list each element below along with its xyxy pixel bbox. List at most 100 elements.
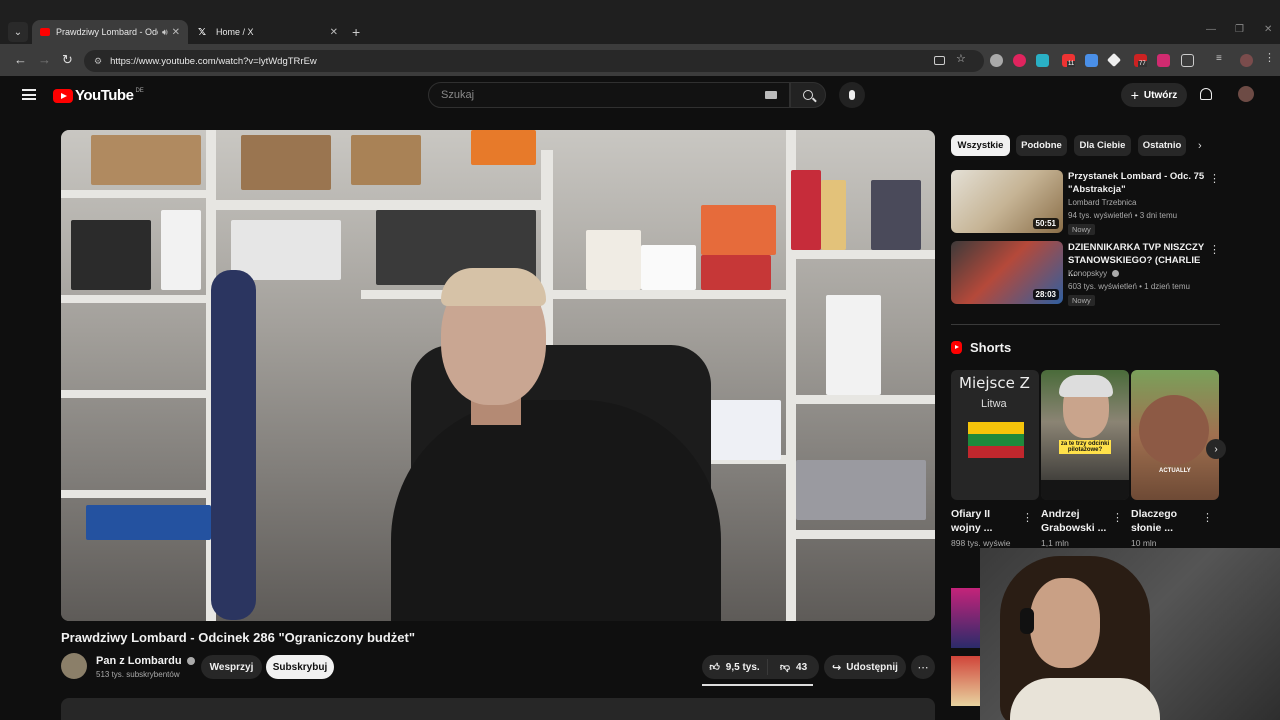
site-info-icon[interactable]: ⚙ xyxy=(94,56,102,67)
streamer-shirt xyxy=(1010,678,1160,720)
recommended-channel[interactable]: Lombard Trzebnica xyxy=(1068,198,1136,207)
reading-list-icon[interactable]: ≡ xyxy=(1216,53,1229,66)
voice-search-button[interactable] xyxy=(839,82,865,108)
chip-for-you[interactable]: Dla Ciebie xyxy=(1074,135,1131,156)
short-title[interactable]: Andrzej Grabowski ... xyxy=(1041,507,1111,535)
extension-icon[interactable] xyxy=(1013,54,1026,67)
short-views: 1,1 mln xyxy=(1041,538,1069,548)
channel-avatar[interactable] xyxy=(61,653,87,679)
more-vertical-icon[interactable]: ⋮ xyxy=(1209,243,1220,256)
tab-title: Prawdziwy Lombard - Odcinek 286 xyxy=(56,27,158,37)
short-views: 10 mln xyxy=(1131,538,1157,548)
browser-menu-icon[interactable]: ⋮ xyxy=(1264,51,1277,64)
account-avatar[interactable] xyxy=(1238,86,1254,102)
recommended-video[interactable]: 50:51 Przystanek Lombard - Odc. 75 "Abst… xyxy=(951,170,1221,235)
shorts-next-button[interactable]: › xyxy=(1206,439,1226,459)
verified-icon xyxy=(186,657,195,665)
subscribe-button[interactable]: Subskrybuj xyxy=(266,655,334,679)
short-title[interactable]: Ofiary II wojny ... xyxy=(951,507,1021,535)
shelf xyxy=(791,250,935,259)
more-vertical-icon[interactable]: ⋮ xyxy=(1202,511,1213,524)
recommended-channel[interactable]: Konopskyy xyxy=(1068,269,1120,278)
video-thumbnail[interactable]: 50:51 xyxy=(951,170,1063,233)
short-thumbnail[interactable] xyxy=(951,588,981,648)
video-thumbnail[interactable]: 28:03 xyxy=(951,241,1063,304)
tab-youtube[interactable]: Prawdziwy Lombard - Odcinek 286 🔊︎ ✕ xyxy=(32,20,188,44)
chevron-right-icon: › xyxy=(1214,443,1218,455)
description-box[interactable] xyxy=(61,698,935,720)
tab-x[interactable]: 𝕏 Home / X ✕ xyxy=(190,20,346,44)
thumb-caption: ACTUALLY xyxy=(1159,468,1191,474)
new-tab-icon[interactable]: + xyxy=(352,24,360,40)
extension-badge: 11 xyxy=(1067,61,1076,67)
search-button[interactable] xyxy=(790,82,826,108)
short-thumbnail[interactable]: ACTUALLY xyxy=(1131,370,1219,500)
box xyxy=(586,230,641,290)
forward-icon[interactable]: → xyxy=(38,52,51,67)
extension-icon[interactable] xyxy=(1085,54,1098,67)
chip-related[interactable]: Podobne xyxy=(1016,135,1067,156)
back-icon[interactable]: ← xyxy=(14,52,27,67)
youtube-logo[interactable]: YouTube DE xyxy=(53,87,144,104)
create-button[interactable]: + Utwórz xyxy=(1121,83,1187,107)
subscriber-count: 513 tys. subskrybentów xyxy=(96,670,180,679)
extension-icon[interactable] xyxy=(1036,54,1049,67)
close-tab-icon[interactable]: ✕ xyxy=(172,27,180,38)
shorts-heading: Shorts xyxy=(951,340,1011,355)
recommended-title[interactable]: Przystanek Lombard - Odc. 75 "Abstrakcja… xyxy=(1068,170,1208,196)
profile-avatar-icon[interactable] xyxy=(1240,54,1253,67)
thumb-caption: za te trzy odcinki pilotażowe? xyxy=(1059,440,1111,454)
extension-icon[interactable]: 11 xyxy=(1062,54,1076,67)
like-ratio-bar xyxy=(702,684,813,686)
dislike-button[interactable]: 👎︎ 43 xyxy=(768,661,819,674)
more-vertical-icon[interactable]: ⋮ xyxy=(1022,511,1033,524)
search-placeholder: Szukaj xyxy=(441,89,475,101)
short-views: 898 tys. wyświe xyxy=(951,538,1011,548)
microphone-icon xyxy=(849,90,855,100)
more-horizontal-icon: ⋯ xyxy=(917,661,929,674)
window-close-icon[interactable]: ✕ xyxy=(1264,24,1272,35)
bag xyxy=(211,270,256,620)
audio-playing-icon[interactable]: 🔊︎ xyxy=(162,27,168,38)
chevron-right-icon[interactable]: › xyxy=(1198,140,1202,152)
new-badge: Nowy xyxy=(1068,224,1095,235)
minimize-icon[interactable]: — xyxy=(1206,24,1216,35)
menu-icon[interactable] xyxy=(22,89,36,100)
chip-all[interactable]: Wszystkie xyxy=(951,135,1010,156)
restore-icon[interactable]: ❐ xyxy=(1235,24,1244,35)
notifications-bell-icon[interactable] xyxy=(1200,88,1212,100)
more-actions-button[interactable]: ⋯ xyxy=(911,655,935,679)
more-vertical-icon[interactable]: ⋮ xyxy=(1209,172,1220,185)
close-tab-icon[interactable]: ✕ xyxy=(330,27,338,38)
share-icon: ↪ xyxy=(832,661,842,674)
address-bar[interactable]: ⚙ https://www.youtube.com/watch?v=lytWdg… xyxy=(84,50,984,72)
more-vertical-icon[interactable]: ⋮ xyxy=(1112,511,1123,524)
reload-icon[interactable]: ↻ xyxy=(62,52,73,68)
short-title[interactable]: Dlaczego słonie ... xyxy=(1131,507,1201,535)
share-button[interactable]: ↪ Udostępnij xyxy=(824,655,906,679)
chip-recent[interactable]: Ostatnio xyxy=(1138,135,1186,156)
tab-search-button[interactable]: ⌄ xyxy=(8,22,28,42)
search-input[interactable]: Szukaj xyxy=(428,82,790,108)
partial-thumbnails[interactable] xyxy=(951,588,981,708)
join-button[interactable]: Wesprzyj xyxy=(201,655,262,679)
box xyxy=(701,205,776,255)
cardboard-box xyxy=(351,135,421,185)
like-count: 9,5 tys. xyxy=(725,661,760,673)
recommended-video[interactable]: 28:03 DZIENNIKARKA TVP NISZCZY STANOWSKI… xyxy=(951,241,1221,306)
short-thumbnail[interactable]: za te trzy odcinki pilotażowe? xyxy=(1041,370,1129,500)
extension-icon[interactable] xyxy=(1157,54,1170,67)
video-player[interactable] xyxy=(61,130,935,621)
short-thumbnail[interactable] xyxy=(951,656,981,706)
install-app-icon[interactable] xyxy=(934,56,945,65)
short-thumbnail[interactable]: Miejsce Z Litwa xyxy=(951,370,1039,500)
keyboard-icon[interactable] xyxy=(765,91,777,99)
extension-icon[interactable]: 77 xyxy=(1134,54,1147,67)
extensions-puzzle-icon[interactable] xyxy=(1181,54,1194,67)
channel-name[interactable]: Pan z Lombardu xyxy=(96,655,195,667)
box xyxy=(791,170,821,250)
like-button[interactable]: 👍︎ 9,5 tys. xyxy=(702,659,768,675)
youtube-favicon-icon xyxy=(40,28,50,36)
bookmark-star-icon[interactable]: ☆ xyxy=(956,52,969,65)
extension-icon[interactable] xyxy=(990,54,1003,67)
